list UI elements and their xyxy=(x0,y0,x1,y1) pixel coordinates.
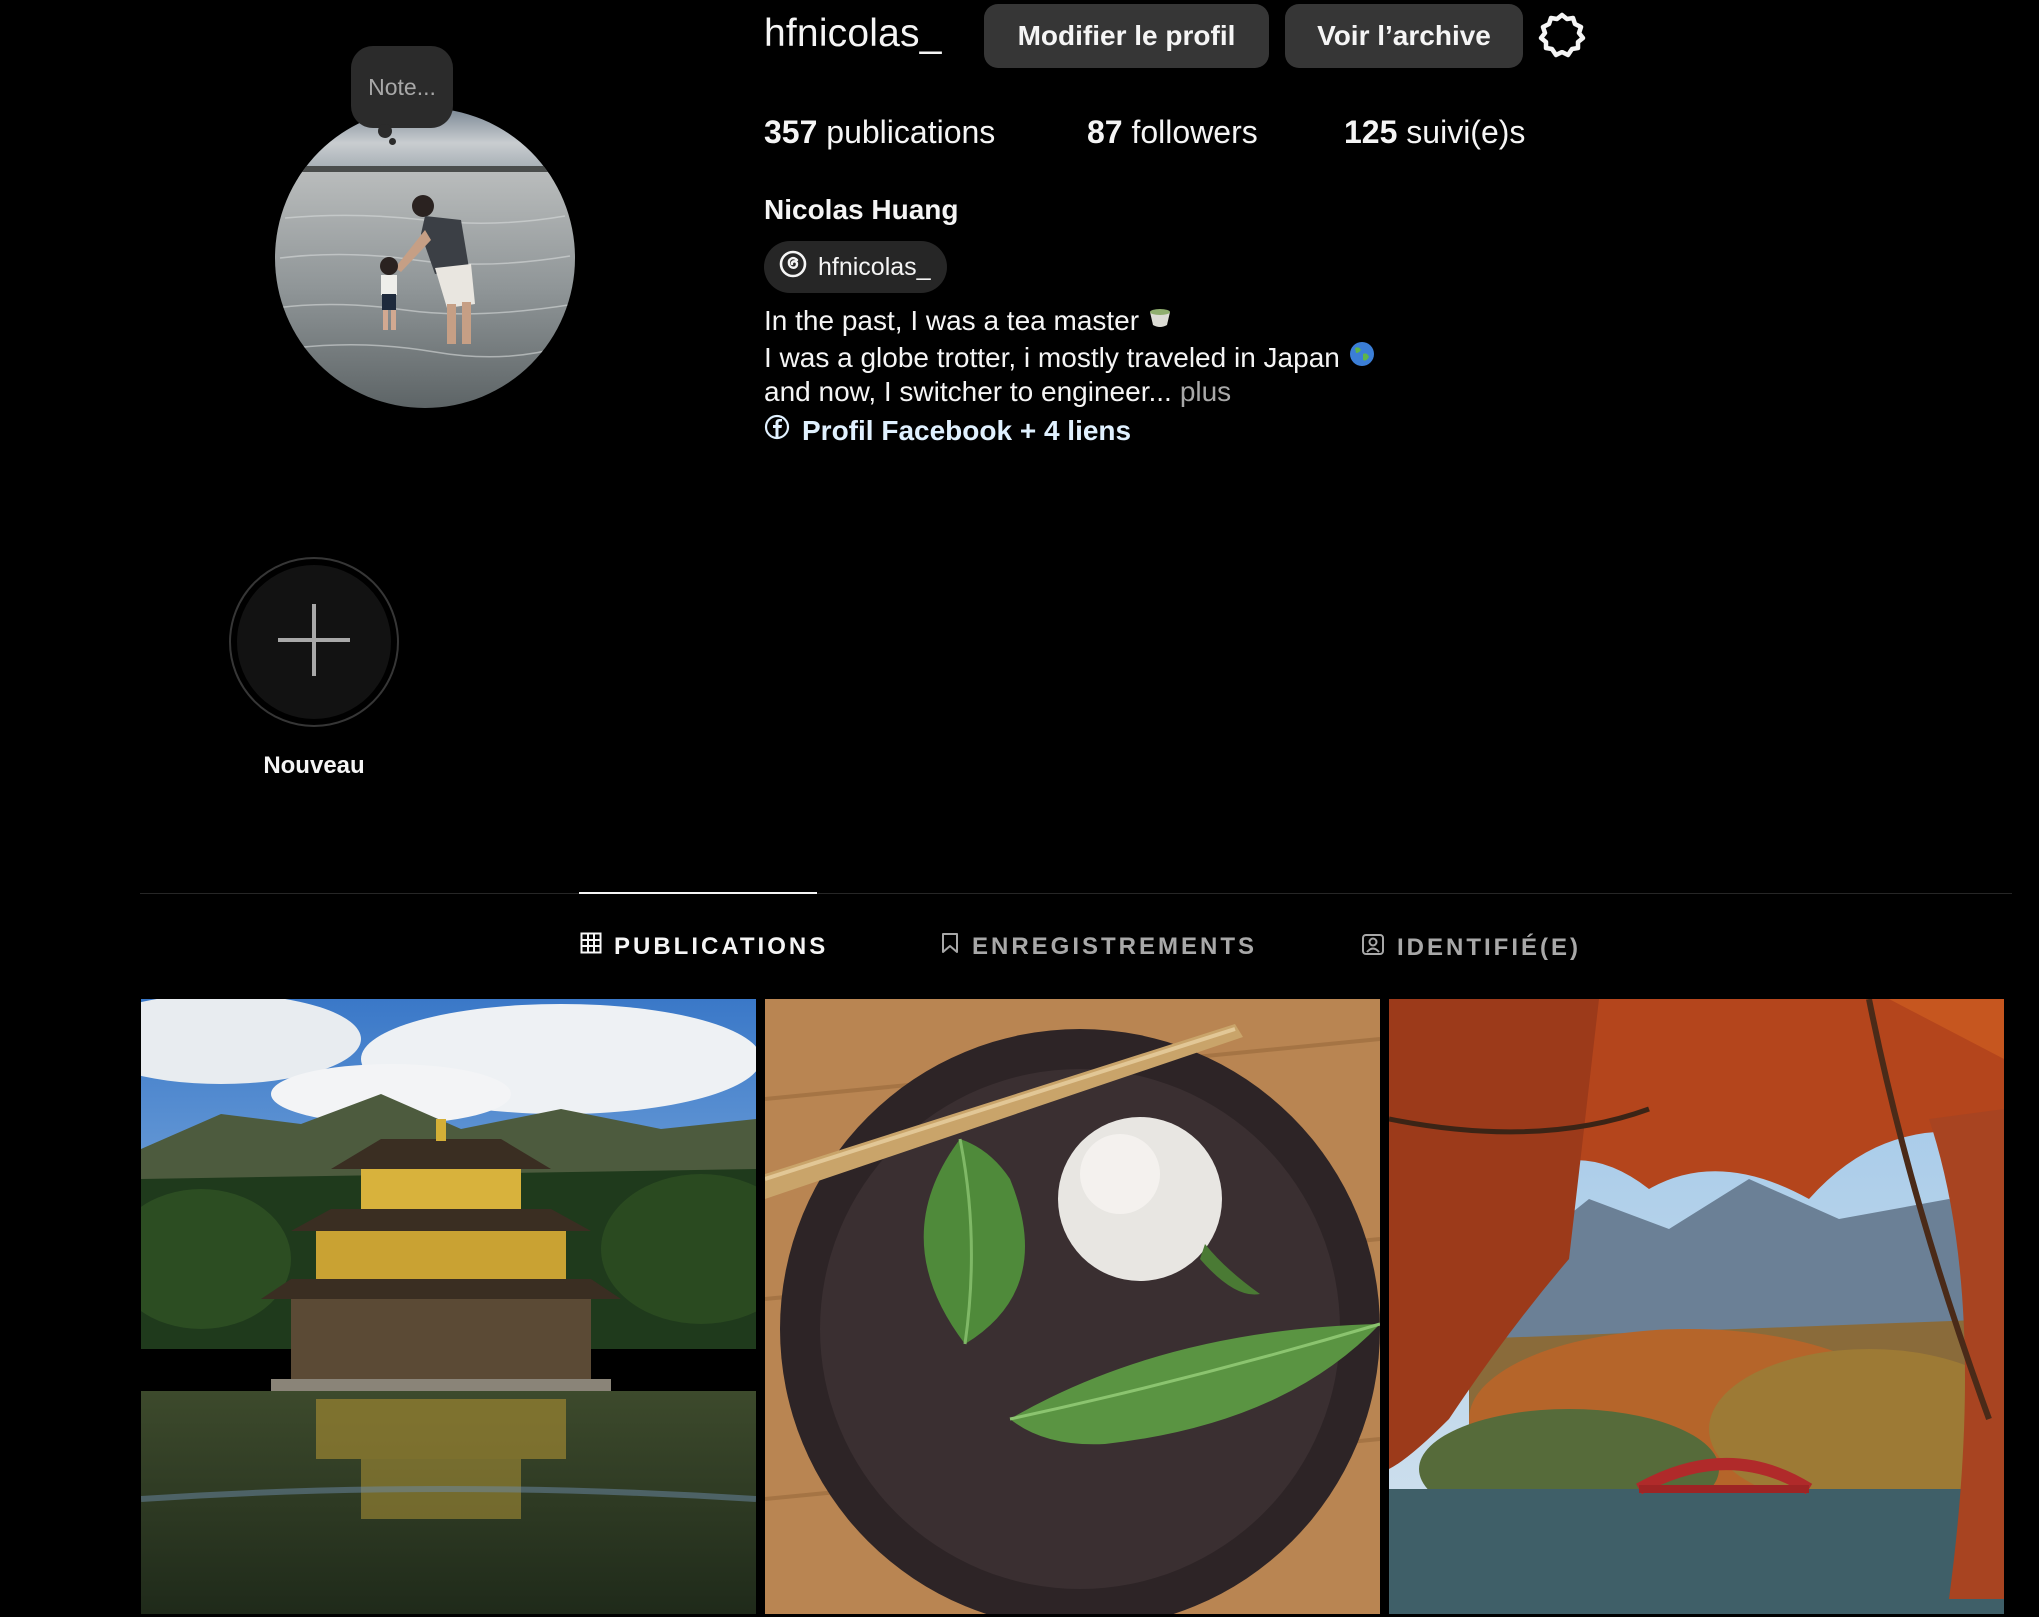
note-bubble-tail-dot xyxy=(389,138,396,145)
post-thumbnail-1[interactable] xyxy=(141,999,756,1614)
settings-gear-icon[interactable] xyxy=(1538,12,1586,60)
bio-line-1-text: In the past, I was a tea master xyxy=(764,304,1140,336)
profile-username: hfnicolas_ xyxy=(764,12,942,55)
globe-icon xyxy=(1348,340,1376,375)
followers-stat[interactable]: 87 followers xyxy=(1087,114,1258,151)
threads-badge[interactable]: hfnicolas_ xyxy=(764,241,947,293)
grid-icon xyxy=(580,932,602,961)
bio-line-2-text: I was a globe trotter, i mostly traveled… xyxy=(764,341,1340,373)
followers-count: 87 xyxy=(1087,114,1123,150)
profile-avatar[interactable] xyxy=(275,108,575,408)
bio-more-link[interactable]: plus xyxy=(1180,376,1231,408)
tagged-person-icon xyxy=(1361,932,1385,963)
note-bubble-tail xyxy=(378,124,392,138)
avatar-photo xyxy=(275,108,575,408)
links-label: Profil Facebook + 4 liens xyxy=(802,414,1132,446)
post-thumbnail-3[interactable] xyxy=(1389,999,2004,1614)
note-placeholder: Note... xyxy=(368,73,436,100)
post-image-autumn-bridge xyxy=(1389,999,2004,1614)
bio-line-1: In the past, I was a tea master xyxy=(764,304,1173,337)
note-bubble[interactable]: Note... xyxy=(351,46,453,128)
active-tab-indicator xyxy=(579,892,817,894)
new-highlight-button[interactable] xyxy=(237,565,391,719)
posts-count: 357 xyxy=(764,114,818,150)
tabs-divider xyxy=(140,893,2012,894)
profile-links[interactable]: Profil Facebook + 4 liens xyxy=(764,414,1131,447)
tab-saved-label: ENREGISTREMENTS xyxy=(972,932,1258,960)
following-count: 125 xyxy=(1344,114,1398,150)
new-highlight-label: Nouveau xyxy=(263,752,365,779)
threads-handle: hfnicolas_ xyxy=(818,252,931,281)
following-stat[interactable]: 125 suivi(e)s xyxy=(1344,114,1525,151)
tab-tagged[interactable]: IDENTIFIÉ(E) xyxy=(1361,932,1581,963)
post-image-golden-pavilion xyxy=(141,999,756,1614)
threads-icon xyxy=(778,249,808,286)
facebook-icon xyxy=(764,414,790,447)
plus-icon xyxy=(274,600,354,685)
bio-line-3: and now, I switcher to engineer... plus xyxy=(764,376,1231,408)
tab-saved[interactable]: ENREGISTREMENTS xyxy=(940,932,1257,961)
bookmark-icon xyxy=(940,932,960,961)
tea-cup-icon xyxy=(1147,304,1173,337)
post-image-wagashi xyxy=(765,999,1380,1614)
following-label: suivi(e)s xyxy=(1397,114,1526,150)
tab-posts[interactable]: PUBLICATIONS xyxy=(580,932,828,961)
view-archive-button[interactable]: Voir l’archive xyxy=(1285,4,1523,68)
posts-count-stat: 357 publications xyxy=(764,114,995,151)
posts-label: publications xyxy=(817,114,996,150)
tab-tagged-label: IDENTIFIÉ(E) xyxy=(1397,933,1581,961)
edit-profile-button[interactable]: Modifier le profil xyxy=(984,4,1269,68)
profile-full-name: Nicolas Huang xyxy=(764,194,959,225)
bio-line-3-text: and now, I switcher to engineer... xyxy=(764,376,1172,407)
bio-line-2: I was a globe trotter, i mostly traveled… xyxy=(764,340,1376,375)
post-thumbnail-2[interactable] xyxy=(765,999,1380,1614)
tab-posts-label: PUBLICATIONS xyxy=(614,932,829,960)
followers-label: followers xyxy=(1122,114,1258,150)
